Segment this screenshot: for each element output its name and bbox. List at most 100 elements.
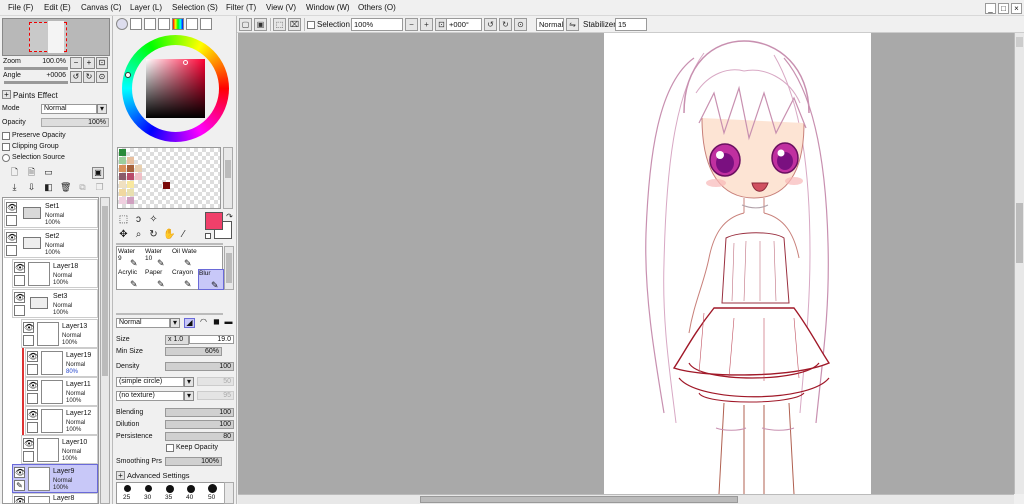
scrollbar-thumb[interactable] (102, 206, 108, 376)
brush-grid-scrollbar[interactable] (224, 246, 234, 290)
layer-lock-checkbox[interactable] (23, 451, 34, 462)
color-swatch[interactable] (127, 189, 134, 196)
view-mode-select[interactable]: Normal (536, 18, 564, 31)
brush-crayon[interactable]: Crayon ✎ (172, 269, 198, 290)
zoom-out-icon[interactable]: − (405, 18, 418, 31)
scroll-up-arrow[interactable] (1016, 37, 1023, 47)
chevron-down-icon[interactable]: ▾ (97, 104, 107, 114)
eye-icon[interactable]: 👁 (14, 262, 25, 273)
sv-picker-cursor[interactable] (183, 60, 188, 65)
brush-oil-water[interactable]: Oil Wate ✎ (172, 248, 198, 269)
layer-item-layer9[interactable]: 👁 ✎ Layer9 Normal 100% (12, 464, 98, 493)
new-linework-layer-icon[interactable]: 🗎 (26, 167, 37, 178)
dot-size-preset-35[interactable] (166, 485, 174, 493)
brush-texture-select[interactable]: (no texture) (116, 391, 184, 401)
angle-select[interactable]: +000° (446, 18, 482, 31)
menu-file[interactable]: File (F) (8, 3, 33, 12)
blending-slider[interactable]: 100 (165, 408, 234, 417)
angle-slider[interactable] (4, 81, 68, 84)
brush-blur[interactable]: Blur ✎ (198, 269, 224, 290)
palette-icon[interactable] (200, 18, 212, 30)
color-swatch[interactable] (127, 197, 134, 204)
clipping-group-checkbox[interactable] (2, 143, 10, 151)
dot-size-preset-40[interactable] (187, 485, 195, 493)
color-swatch[interactable] (127, 157, 134, 164)
eye-icon[interactable]: 👁 (14, 496, 25, 503)
layer-lock-checkbox[interactable] (27, 422, 38, 433)
menu-window[interactable]: Window (W) (306, 3, 350, 12)
eye-icon[interactable]: 👁 (27, 409, 38, 420)
maximize-button[interactable]: □ (998, 3, 1009, 14)
layer-item-layer11[interactable]: 👁 Layer11 Normal 100% (25, 377, 98, 406)
scrollbar-thumb[interactable] (1016, 203, 1023, 263)
layer-item-set1[interactable]: 👁 Set1 Normal 100% (4, 199, 98, 228)
trash-icon[interactable]: 🗑 (60, 182, 71, 193)
nav-zoom-reset-icon[interactable]: ⊡ (96, 57, 108, 69)
color-swatch[interactable] (119, 197, 126, 204)
dot-size-preset-50[interactable] (208, 484, 217, 493)
navigator-preview[interactable] (2, 18, 110, 56)
min-size-slider[interactable]: 60% (165, 347, 222, 356)
dot-size-preset-30[interactable] (145, 485, 152, 492)
swatch-view-icon[interactable] (158, 18, 170, 30)
nav-zoom-out-icon[interactable]: − (70, 57, 82, 69)
color-swatch[interactable] (119, 173, 126, 180)
layer-item-layer12[interactable]: 👁 Layer12 Normal 100% (25, 406, 98, 435)
selection-source-radio[interactable] (2, 154, 10, 162)
chevron-down-icon[interactable]: ▾ (184, 391, 194, 401)
color-swatch[interactable] (127, 165, 134, 172)
layer-list-scrollbar[interactable] (100, 197, 110, 504)
layer-item-layer19[interactable]: 👁 Layer19 Normal 80% (25, 348, 98, 377)
eye-icon[interactable]: 👁 (14, 292, 25, 303)
menu-canvas[interactable]: Canvas (C) (81, 3, 121, 12)
rotate-right-icon[interactable]: ↻ (499, 18, 512, 31)
scratchpad-icon[interactable] (186, 18, 198, 30)
transfer-down-icon[interactable]: ⤓ (9, 182, 20, 193)
layer-item-layer13[interactable]: 👁 Layer13 Normal 100% (21, 319, 98, 348)
edge-round-icon[interactable]: ◼ (211, 318, 222, 328)
rgb-slider-icon[interactable] (130, 18, 142, 30)
eye-icon[interactable]: 👁 (6, 232, 17, 243)
menu-view[interactable]: View (V) (266, 3, 296, 12)
paints-effect-expand-icon[interactable]: + (2, 90, 11, 99)
deselect-icon[interactable]: ▢ (239, 18, 252, 31)
layer-lock-checkbox[interactable] (14, 275, 25, 286)
scrollbar-thumb[interactable] (226, 253, 232, 283)
invert-selection-icon[interactable]: ▣ (254, 18, 267, 31)
move-icon[interactable]: ✥ (118, 229, 129, 240)
show-selection-icon[interactable]: ⬚ (273, 18, 286, 31)
color-swatch[interactable] (127, 173, 134, 180)
layer-item-set3[interactable]: 👁 Set3 Normal 100% (12, 289, 98, 318)
layer-lock-checkbox[interactable] (27, 364, 38, 375)
eye-icon[interactable]: 👁 (6, 202, 17, 213)
zoom-slider[interactable] (4, 67, 68, 70)
menu-filter[interactable]: Filter (T) (226, 3, 256, 12)
layer-lock-checkbox[interactable] (6, 245, 17, 256)
color-swatch[interactable] (119, 189, 126, 196)
nav-rotate-right-icon[interactable]: ↻ (83, 71, 95, 83)
new-folder-icon[interactable]: ▭ (43, 167, 54, 178)
menu-others[interactable]: Others (O) (358, 3, 396, 12)
edge-square-icon[interactable]: ▬ (223, 318, 234, 328)
advanced-expand-icon[interactable]: + (116, 471, 125, 480)
menu-layer[interactable]: Layer (L) (130, 3, 162, 12)
brush-paper[interactable]: Paper ✎ (145, 269, 171, 290)
color-wheel-mode-icon[interactable] (116, 18, 128, 30)
layer-panel-option-icon[interactable]: ▣ (92, 167, 104, 179)
saturation-value-square[interactable] (146, 59, 205, 118)
copy-layer-icon[interactable]: ❐ (94, 182, 105, 193)
brush-water-10[interactable]: Water 10 ✎ (145, 248, 171, 269)
edge-hard-icon[interactable]: ◢ (184, 318, 195, 328)
layer-item-layer8[interactable]: 👁 Layer8 (12, 493, 98, 503)
eyedropper-icon[interactable]: ⁄ (178, 229, 189, 240)
swatch-palette[interactable] (117, 147, 221, 209)
edge-soft-icon[interactable]: ◠ (198, 318, 209, 328)
clear-layer-icon[interactable]: ◧ (43, 182, 54, 193)
merge-down-icon[interactable]: ⇩ (26, 182, 37, 193)
layer-lock-checkbox[interactable] (27, 393, 38, 404)
persistence-slider[interactable]: 80 (165, 432, 234, 441)
scrollbar-thumb[interactable] (225, 160, 231, 178)
brush-shape-select[interactable]: (simple circle) (116, 377, 184, 387)
stabilizer-select[interactable]: 15 (615, 18, 647, 31)
eye-icon[interactable]: 👁 (14, 467, 25, 478)
